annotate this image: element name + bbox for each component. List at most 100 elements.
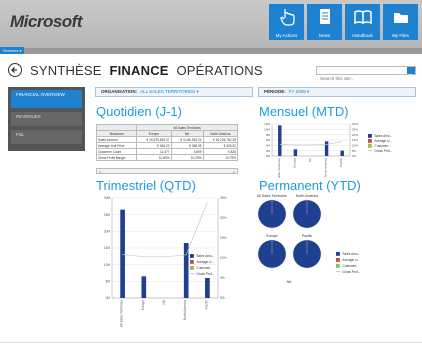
search-box [316, 66, 416, 82]
y2-tick-label: 10% [352, 144, 358, 148]
pie-label: North America [296, 194, 318, 198]
scroll-left-arrow[interactable]: < [99, 169, 101, 174]
y-tick-label: 25M [104, 213, 111, 217]
site-logo[interactable]: Microsoft [10, 12, 83, 32]
x-tick-label: All Sales Territories [277, 158, 281, 178]
organisation-dropdown[interactable]: ALL SALES TERRITORIES ▾ [140, 89, 198, 94]
y2-tick-label: 30% [352, 122, 358, 126]
y2-tick-label: 15% [352, 138, 358, 142]
line-series [122, 201, 208, 258]
periode-filter[interactable]: PÉRIODE: FY 2008 ▾ [258, 87, 416, 97]
table-cell: 10.29% [170, 154, 204, 161]
x-tick-label: NA [162, 299, 166, 304]
legend-swatch [190, 266, 194, 270]
bar [278, 125, 282, 156]
y-tick-label: 10M [264, 128, 270, 132]
page: Microsoft My Actions News Handbook My Fi… [0, 0, 422, 349]
periode-dropdown[interactable]: FY 2008 ▾ [289, 89, 309, 94]
legend-label: Gross Prof... [342, 270, 360, 274]
document-icon [319, 9, 330, 24]
tile-my-actions[interactable]: My Actions [269, 4, 304, 40]
y2-tick-label: 20% [220, 216, 227, 220]
section-title-yearly: Permanent (YTD) [259, 178, 361, 193]
legend-label: Average U... [196, 260, 214, 264]
y-tick-label: 15M [104, 246, 111, 250]
legend-swatch [368, 134, 372, 138]
tile-label: Handbook [352, 33, 373, 38]
legend-label: Average U... [342, 258, 360, 262]
line-series [279, 141, 343, 146]
pie-label: All Sales Territories [257, 194, 287, 198]
legend-label: Average U... [374, 139, 392, 143]
tile-news[interactable]: News [307, 4, 342, 40]
legend-swatch [336, 258, 340, 262]
y-tick-label: 5M [106, 280, 111, 284]
y-tick-label: 0M [266, 154, 271, 158]
x-tick-label: North America [324, 158, 328, 177]
tile-label: My Actions [275, 33, 298, 38]
x-tick-label: All Sales Territories [120, 300, 124, 328]
pie-label: NA [287, 280, 293, 284]
y-tick-label: 0M [106, 296, 111, 300]
sidebar-item-financial-overview[interactable]: FINANCIAL OVERVIEW [11, 90, 82, 108]
search-icon [408, 73, 414, 79]
table-scrollbar[interactable]: < > [96, 168, 238, 174]
x-tick-label: Pacific [339, 158, 343, 167]
legend-swatch [336, 252, 340, 256]
tile-my-files[interactable]: My Files [383, 4, 418, 40]
y2-tick-label: 5% [220, 276, 225, 280]
footer-divider [0, 342, 422, 343]
arrow-left-icon [11, 67, 17, 73]
organisation-filter[interactable]: ORGANISATION: ALL SALES TERRITORIES ▾ [95, 87, 253, 97]
legend-swatch [368, 139, 372, 143]
y-tick-label: 4M [266, 144, 271, 148]
x-tick-label: Europe [292, 158, 296, 168]
table-cell: 10.89% [136, 154, 172, 161]
legend-swatch [190, 260, 194, 264]
search-input[interactable] [317, 75, 403, 82]
section-title-daily: Quotidien (J-1) [96, 104, 182, 119]
y-tick-label: 2M [266, 149, 271, 153]
pie-label: Pacific [302, 234, 313, 238]
sidebar-item-revenues[interactable]: REVENUES [11, 112, 82, 126]
table-cell: 10.79% [202, 154, 239, 161]
x-tick-label: Pacific [204, 300, 208, 310]
tab-synthese[interactable]: SYNTHÈSE [30, 63, 102, 78]
tab-operations[interactable]: OPÉRATIONS [176, 63, 262, 78]
legend-label: Sales Amo... [374, 134, 392, 138]
tile-handbook[interactable]: Handbook [345, 4, 380, 40]
section-tabs: SYNTHÈSE FINANCE OPÉRATIONS [30, 63, 267, 78]
bar [120, 209, 125, 298]
bar [324, 141, 329, 156]
y2-tick-label: 25% [220, 196, 227, 200]
daily-table: All Sales Territories Measures Europe NA… [95, 124, 239, 161]
y2-tick-label: 15% [220, 236, 227, 240]
y-tick-label: 6M [266, 138, 271, 142]
y2-tick-label: 25% [352, 128, 358, 132]
sidebar-item-pnl[interactable]: P&L [11, 130, 82, 144]
legend-label: Customer... [342, 264, 358, 268]
legend-swatch [190, 254, 194, 258]
legend-label: Gross Prof... [374, 149, 392, 153]
tile-label: My Files [392, 33, 409, 38]
x-tick-label: Europe [141, 300, 145, 311]
yearly-pie-charts: All Sales Territories North America Europe… [257, 194, 360, 284]
tab-finance[interactable]: FINANCE [109, 63, 168, 78]
y-tick-label: 20M [104, 230, 111, 234]
quarterly-chart: 0M 5M 10M 15M 20M 25M 30M 0% 5% 10% 15% 20% 25% All S… [104, 196, 227, 328]
section-title-monthly: Mensuel (MTD) [259, 104, 349, 119]
legend-label: Gross Prof... [196, 272, 214, 276]
search-button[interactable] [407, 67, 415, 79]
y-tick-label: 8M [266, 133, 271, 137]
bar [293, 149, 298, 156]
scroll-right-arrow[interactable]: > [233, 169, 235, 174]
header-strip [0, 48, 422, 54]
back-button[interactable] [8, 63, 22, 77]
folder-icon [393, 13, 408, 23]
legend-label: Sales Amo... [342, 252, 360, 256]
header-tiles: My Actions News Handbook My Files [269, 4, 418, 40]
y2-tick-label: 0% [220, 296, 225, 300]
periode-label: PÉRIODE: [264, 89, 286, 94]
services-menu-button[interactable]: Services ▾ [0, 47, 25, 54]
y2-tick-label: 0% [352, 154, 357, 158]
